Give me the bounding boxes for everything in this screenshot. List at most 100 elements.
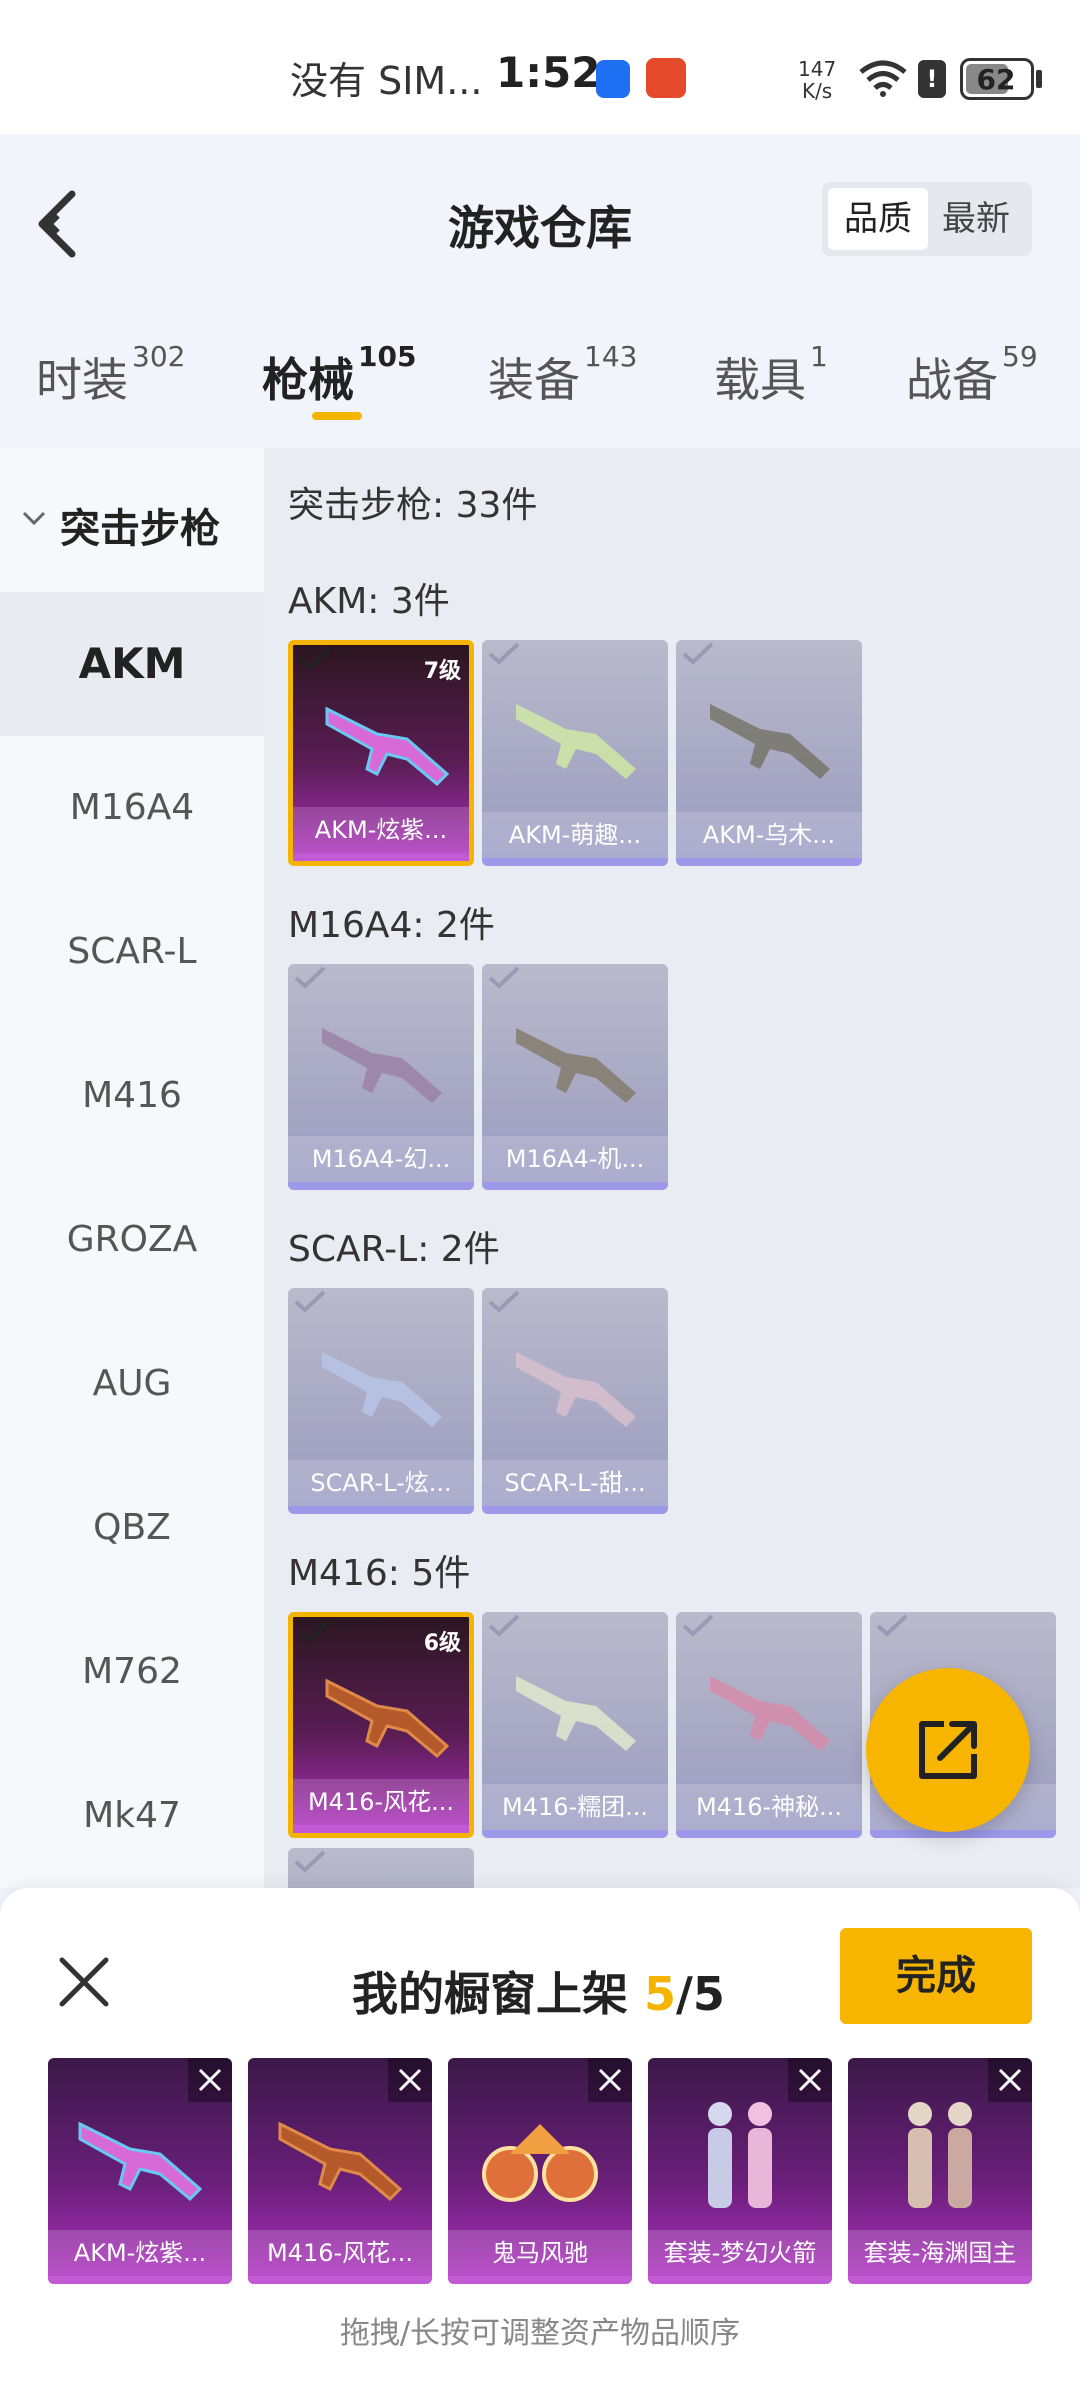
- weapon-card-name: SCAR-L-炫...: [288, 1460, 474, 1506]
- weapon-card[interactable]: AKM-乌木...: [676, 640, 862, 866]
- share-button[interactable]: [866, 1668, 1030, 1832]
- close-button[interactable]: [52, 1950, 116, 2014]
- remove-icon[interactable]: [388, 2058, 432, 2102]
- sidebar-item-m16a4[interactable]: M16A4: [0, 736, 264, 880]
- level-badge: 7级: [423, 659, 461, 684]
- weapon-card[interactable]: SCAR-L-甜...: [482, 1288, 668, 1514]
- alert-icon: !: [918, 60, 946, 98]
- tab-label: 枪械: [262, 353, 354, 407]
- check-icon: [876, 1614, 908, 1637]
- showcase-item[interactable]: 套装-梦幻火箭: [648, 2058, 832, 2284]
- header: 游戏仓库 品质 最新: [0, 134, 1080, 314]
- rifle-icon: [322, 1028, 442, 1103]
- tab-count: 59: [1002, 340, 1038, 373]
- weapon-card[interactable]: 7级 AKM-炫紫...: [288, 640, 474, 866]
- rifle-icon: [710, 704, 830, 779]
- weapon-card[interactable]: [288, 1848, 474, 1888]
- remove-icon[interactable]: [788, 2058, 832, 2102]
- active-tab-indicator: [312, 412, 362, 420]
- sidebar-item-mk47[interactable]: Mk47: [0, 1744, 264, 1888]
- rifle-icon: [78, 2121, 203, 2202]
- showcase-title: 我的橱窗上架 5/5: [352, 1958, 725, 2024]
- tab-label: 载具: [714, 353, 806, 407]
- showcase-item[interactable]: AKM-炫紫...: [48, 2058, 232, 2284]
- tab-equipment[interactable]: 装备 143: [488, 340, 637, 410]
- weapon-card-name: M416-糯团...: [482, 1784, 668, 1830]
- weapon-card-name: AKM-炫紫...: [293, 807, 469, 853]
- status-bar: 没有 SIM... 1:52 147 K/s ! 62: [0, 0, 1080, 134]
- done-button[interactable]: 完成: [840, 1928, 1032, 2024]
- wifi-icon: [859, 60, 907, 97]
- showcase-item-name: M416-风花...: [248, 2230, 432, 2276]
- carrier-label: 没有 SIM...: [290, 59, 483, 103]
- tab-count: 143: [584, 340, 638, 373]
- weapon-card[interactable]: AKM-萌趣...: [482, 640, 668, 866]
- network-speed: 147 K/s: [798, 58, 836, 102]
- showcase-item[interactable]: 套装-海渊国主: [848, 2058, 1032, 2284]
- remove-icon[interactable]: [988, 2058, 1032, 2102]
- check-icon: [682, 642, 714, 665]
- check-icon: [488, 1290, 520, 1313]
- sidebar-item-qbz[interactable]: QBZ: [0, 1456, 264, 1600]
- level-badge: 6级: [423, 1631, 461, 1656]
- weapon-card-name: AKM-乌木...: [676, 812, 862, 858]
- remove-icon[interactable]: [588, 2058, 632, 2102]
- tab-label: 装备: [488, 353, 580, 407]
- sort-newest-button[interactable]: 最新: [926, 188, 1026, 250]
- network-speed-unit: K/s: [801, 79, 833, 103]
- sort-quality-button[interactable]: 品质: [828, 188, 928, 250]
- sidebar-group-label: 突击步枪: [60, 506, 220, 552]
- rifle-icon: [325, 706, 450, 787]
- showcase-item-name: 套装-海渊国主: [848, 2230, 1032, 2276]
- tab-label: 时装: [36, 353, 128, 407]
- battery-level: 62: [976, 63, 1016, 96]
- sidebar-group-assault-rifles[interactable]: 突击步枪: [0, 448, 264, 592]
- tab-count: 1: [810, 340, 828, 373]
- showcase-title-text: 我的橱窗上架: [352, 1967, 628, 2021]
- section-title-m16a4: M16A4: 2件: [288, 905, 495, 946]
- tab-firearms[interactable]: 枪械 105: [262, 340, 416, 410]
- rifle-icon: [516, 1352, 636, 1427]
- clock: 1:52: [496, 48, 601, 97]
- weapon-card-name: AKM-萌趣...: [482, 812, 668, 858]
- rifle-icon: [710, 1676, 830, 1751]
- check-icon: [488, 642, 520, 665]
- battery-icon: 62: [960, 58, 1034, 100]
- reorder-hint: 拖拽/长按可调整资产物品顺序: [339, 2316, 741, 2351]
- tab-supplies[interactable]: 战备 59: [906, 340, 1038, 410]
- sidebar-item-m762[interactable]: M762: [0, 1600, 264, 1744]
- weapon-card[interactable]: M416-神秘...: [676, 1612, 862, 1838]
- weapon-card[interactable]: 6级 M416-风花...: [288, 1612, 474, 1838]
- rifle-icon: [516, 704, 636, 779]
- app-notification-icon: [596, 60, 630, 98]
- remove-icon[interactable]: [188, 2058, 232, 2102]
- weapon-card[interactable]: M16A4-幻...: [288, 964, 474, 1190]
- rifle-icon: [278, 2121, 403, 2202]
- outfit-icon: [708, 2102, 772, 2208]
- check-icon: [299, 1619, 331, 1642]
- showcase-item[interactable]: M416-风花...: [248, 2058, 432, 2284]
- check-icon: [682, 1614, 714, 1637]
- tab-fashion[interactable]: 时装 302: [36, 340, 185, 410]
- showcase-count-total: /5: [676, 1967, 725, 2021]
- sidebar-item-akm[interactable]: AKM: [0, 592, 264, 736]
- rifle-icon: [516, 1676, 636, 1751]
- sidebar-item-aug[interactable]: AUG: [0, 1312, 264, 1456]
- weapon-card[interactable]: M16A4-机...: [482, 964, 668, 1190]
- rifle-icon: [322, 1352, 442, 1427]
- sidebar-item-scar-l[interactable]: SCAR-L: [0, 880, 264, 1024]
- weapon-card[interactable]: M416-糯团...: [482, 1612, 668, 1838]
- sidebar-item-m416[interactable]: M416: [0, 1024, 264, 1168]
- tab-vehicles[interactable]: 载具 1: [714, 340, 828, 410]
- showcase-item[interactable]: 鬼马风驰: [448, 2058, 632, 2284]
- check-icon: [488, 966, 520, 989]
- weapon-card[interactable]: SCAR-L-炫...: [288, 1288, 474, 1514]
- tab-label: 战备: [906, 353, 998, 407]
- sidebar-item-groza[interactable]: GROZA: [0, 1168, 264, 1312]
- weapon-card-name: M16A4-机...: [482, 1136, 668, 1182]
- sort-toggle: 品质 最新: [822, 182, 1032, 256]
- weapon-card-name: SCAR-L-甜...: [482, 1460, 668, 1506]
- category-tabs: 时装 302 枪械 105 装备 143 载具 1 战备 59: [0, 314, 1080, 448]
- section-title-scar-l: SCAR-L: 2件: [288, 1229, 500, 1270]
- rifle-icon: [325, 1678, 450, 1759]
